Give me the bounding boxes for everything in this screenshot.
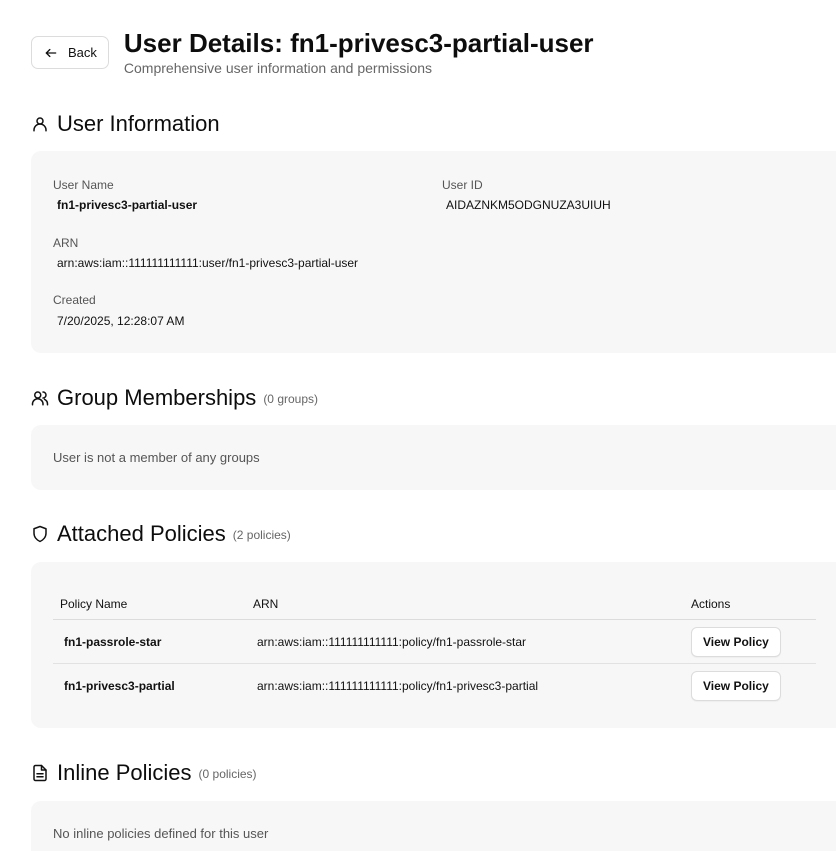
table-row: fn1-passrole-star arn:aws:iam::111111111… <box>53 620 816 664</box>
shield-icon <box>33 525 47 543</box>
section-title: Inline Policies <box>57 760 192 785</box>
back-button-label: Back <box>68 45 97 60</box>
user-information-heading: User Information <box>31 111 220 137</box>
policy-actions: View Policy <box>691 620 781 663</box>
page-subtitle: Comprehensive user information and permi… <box>123 60 433 76</box>
attached-policies-heading: Attached Policies (2 policies) <box>31 521 291 547</box>
user-name-label: User Name <box>53 178 114 192</box>
inline-policies-card: No inline policies defined for this user <box>31 801 836 851</box>
arrow-left-icon <box>45 48 57 57</box>
user-name-value: fn1-privesc3-partial-user <box>57 198 198 212</box>
column-header-actions: Actions <box>691 596 731 611</box>
view-policy-button[interactable]: View Policy <box>691 671 781 701</box>
column-header-policy-name: Policy Name <box>60 596 128 611</box>
user-information-card: User Name fn1-privesc3-partial-user User… <box>31 151 836 353</box>
document-icon <box>33 764 47 782</box>
user-id-label: User ID <box>442 178 483 192</box>
group-memberships-heading: Group Memberships (0 groups) <box>31 385 318 411</box>
policy-count: (2 policies) <box>232 528 291 542</box>
arn-value: arn:aws:iam::111111111111:user/fn1-prive… <box>57 256 359 270</box>
attached-policies-card: Policy Name ARN Actions fn1-passrole-sta… <box>31 562 836 728</box>
user-icon <box>33 117 47 132</box>
created-label: Created <box>53 293 96 307</box>
arn-label: ARN <box>53 236 79 250</box>
section-title: Group Memberships <box>57 385 257 410</box>
table-header-row: Policy Name ARN Actions <box>53 584 816 620</box>
group-memberships-card: User is not a member of any groups <box>31 425 836 490</box>
groups-empty-message: User is not a member of any groups <box>53 450 260 465</box>
policies-table: Policy Name ARN Actions fn1-passrole-sta… <box>53 584 816 708</box>
policy-arn: arn:aws:iam::111111111111:policy/fn1-pri… <box>257 679 539 693</box>
page-title: User Details: fn1-privesc3-partial-user <box>123 28 594 58</box>
section-title: User Information <box>57 111 220 136</box>
policy-name: fn1-passrole-star <box>64 634 162 649</box>
policy-arn: arn:aws:iam::111111111111:policy/fn1-pas… <box>257 634 527 649</box>
view-policy-button[interactable]: View Policy <box>691 626 781 657</box>
group-count: (0 groups) <box>263 392 319 406</box>
back-button[interactable]: Back <box>31 36 109 69</box>
table-row: fn1-privesc3-partial arn:aws:iam::111111… <box>53 664 816 708</box>
inline-policy-count: (0 policies) <box>198 767 257 781</box>
inline-policies-heading: Inline Policies (0 policies) <box>31 760 257 786</box>
column-header-arn: ARN <box>253 596 279 611</box>
policy-name: fn1-privesc3-partial <box>64 679 175 693</box>
inline-empty-message: No inline policies defined for this user <box>53 826 269 841</box>
users-icon <box>31 391 49 406</box>
user-id-value: AIDAZNKM5ODGNUZA3UIUH <box>446 198 611 212</box>
policy-actions: View Policy <box>691 664 781 708</box>
section-title: Attached Policies <box>57 521 226 546</box>
page-header: Back User Details: fn1-privesc3-partial-… <box>31 28 594 76</box>
created-value: 7/20/2025, 12:28:07 AM <box>57 314 185 328</box>
